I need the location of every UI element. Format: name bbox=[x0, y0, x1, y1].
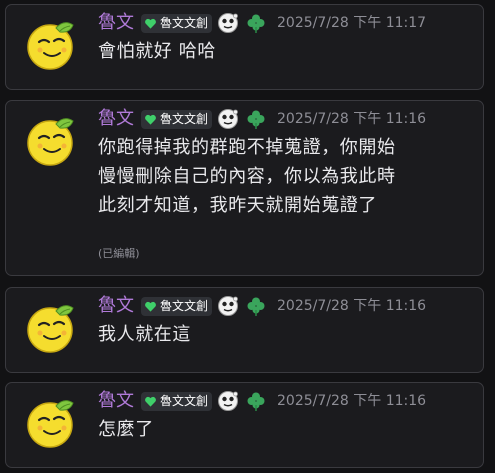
message-header: 魯文 魯文文創 2025/7/28 下午 11:16 bbox=[98, 105, 475, 133]
heart-icon bbox=[145, 18, 156, 29]
clover-icon bbox=[247, 392, 265, 411]
timestamp[interactable]: 2025/7/28 下午 11:17 bbox=[277, 12, 426, 34]
message-card[interactable]: 魯文 魯文文創 2025/7/28 下午 11:17 會怕就好 哈哈 bbox=[5, 4, 484, 90]
message-content: 怎麼了 bbox=[98, 415, 473, 444]
username[interactable]: 魯文 bbox=[98, 12, 134, 34]
avatar[interactable] bbox=[26, 302, 78, 354]
server-tag[interactable]: 魯文文創 bbox=[141, 13, 213, 33]
avatar[interactable] bbox=[26, 115, 78, 167]
server-tag-label: 魯文文創 bbox=[160, 15, 209, 30]
message-line: 會怕就好 哈哈 bbox=[98, 41, 216, 62]
message-content: 會怕就好 哈哈 bbox=[98, 37, 473, 66]
username[interactable]: 魯文 bbox=[98, 295, 134, 317]
message-header: 魯文 魯文文創 2025/7/28 下午 11:16 bbox=[98, 387, 475, 415]
username[interactable]: 魯文 bbox=[98, 390, 134, 412]
message-line: 你跑得掉我的群跑不掉蒐證，你開始 bbox=[98, 137, 396, 158]
ghost-face-icon bbox=[218, 109, 239, 129]
avatar[interactable] bbox=[26, 19, 78, 71]
timestamp[interactable]: 2025/7/28 下午 11:16 bbox=[277, 390, 426, 412]
clover-icon bbox=[247, 297, 265, 316]
server-tag[interactable]: 魯文文創 bbox=[141, 391, 213, 411]
timestamp[interactable]: 2025/7/28 下午 11:16 bbox=[277, 295, 426, 317]
ghost-face-icon bbox=[218, 296, 239, 316]
heart-icon bbox=[145, 396, 156, 407]
server-tag-label: 魯文文創 bbox=[160, 393, 209, 408]
message-line: 此刻才知道，我昨天就開始蒐證了 bbox=[98, 195, 377, 216]
message-content: 你跑得掉我的群跑不掉蒐證，你開始 慢慢刪除自己的內容，你以為我此時 此刻才知道，… bbox=[98, 133, 473, 220]
timestamp[interactable]: 2025/7/28 下午 11:16 bbox=[277, 108, 426, 130]
message-content: 我人就在這 bbox=[98, 320, 473, 349]
message-line: 我人就在這 bbox=[98, 324, 191, 345]
heart-icon bbox=[145, 114, 156, 125]
message-card[interactable]: 魯文 魯文文創 2025/7/28 下午 11:16 怎麼了 bbox=[5, 382, 484, 468]
avatar[interactable] bbox=[26, 397, 78, 449]
heart-icon bbox=[145, 301, 156, 312]
message-line: 慢慢刪除自己的內容，你以為我此時 bbox=[98, 166, 396, 187]
message-line: 怎麼了 bbox=[98, 419, 154, 440]
ghost-face-icon bbox=[218, 13, 239, 33]
ghost-face-icon bbox=[218, 391, 239, 411]
message-header: 魯文 魯文文創 2025/7/28 下午 11:17 bbox=[98, 9, 475, 37]
server-tag[interactable]: 魯文文創 bbox=[141, 109, 213, 129]
message-card[interactable]: 魯文 魯文文創 2025/7/28 下午 11:16 我人就在這 bbox=[5, 287, 484, 373]
edited-label: (已編輯) bbox=[98, 247, 140, 260]
clover-icon bbox=[247, 110, 265, 129]
username[interactable]: 魯文 bbox=[98, 108, 134, 130]
server-tag-label: 魯文文創 bbox=[160, 298, 209, 313]
message-card[interactable]: 魯文 魯文文創 2025/7/28 下午 11:16 你跑得掉我的群跑不掉蒐證，… bbox=[5, 100, 484, 276]
clover-icon bbox=[247, 14, 265, 33]
message-header: 魯文 魯文文創 2025/7/28 下午 11:16 bbox=[98, 292, 475, 320]
server-tag[interactable]: 魯文文創 bbox=[141, 296, 213, 316]
server-tag-label: 魯文文創 bbox=[160, 111, 209, 126]
